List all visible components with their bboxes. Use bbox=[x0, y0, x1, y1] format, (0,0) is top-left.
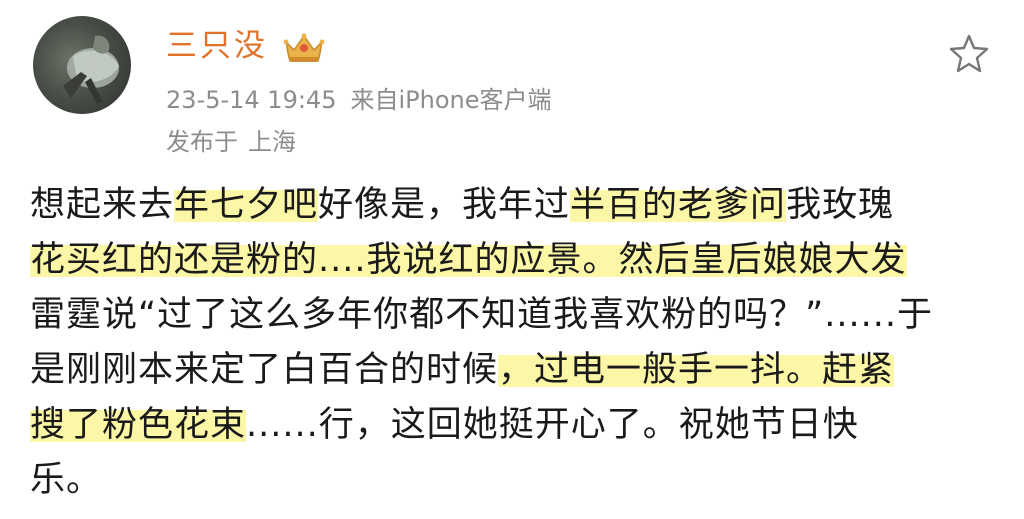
content-line: 想起来去年七夕吧好像是，我年过半百的老爹问我玫瑰 bbox=[30, 178, 1010, 233]
highlighted-text: ，过电一般手一抖。 bbox=[498, 350, 823, 390]
post-meta: 23-5-14 19:45 来自iPhone客户端 bbox=[166, 82, 565, 118]
content-text: 是刚刚本来定了白百合的时候 bbox=[30, 350, 499, 390]
content-text: 我玫瑰 bbox=[786, 185, 895, 225]
highlighted-text: 年七夕吧 bbox=[174, 185, 319, 225]
content-text: 乐。 bbox=[30, 460, 103, 500]
content-text: 想起来去 bbox=[30, 185, 175, 225]
content-text: ......行，这回她挺开心了。祝她节日快 bbox=[246, 405, 859, 445]
content-line: 雷霆说“过了这么多年你都不知道我喜欢粉的吗？”......于 bbox=[30, 288, 1010, 343]
content-line: 花买红的还是粉的....我说红的应景。然后皇后娘娘大发 bbox=[30, 233, 1010, 288]
star-icon[interactable] bbox=[948, 32, 990, 74]
post-source[interactable]: 来自iPhone客户端 bbox=[350, 86, 551, 114]
content-line: 搜了粉色花束......行，这回她挺开心了。祝她节日快 bbox=[30, 398, 1010, 453]
post-content: 想起来去年七夕吧好像是，我年过半百的老爹问我玫瑰 花买红的还是粉的....我说红的… bbox=[30, 178, 1010, 508]
highlighted-text: 然后皇后娘娘大发 bbox=[618, 240, 907, 280]
highlighted-text: 搜了粉色花束 bbox=[30, 405, 247, 445]
highlighted-text: 花买红的还是粉的....我说红的应景。 bbox=[30, 240, 619, 280]
highlighted-text: 赶紧 bbox=[822, 350, 895, 390]
weibo-post: 三只没 23-5-14 19:45 来自iPhone客户端 发布于 上海 想起来去年… bbox=[0, 0, 1024, 519]
post-date: 23-5-14 19:45 bbox=[166, 86, 337, 114]
content-line: 是刚刚本来定了白百合的时候，过电一般手一抖。赶紧 bbox=[30, 343, 1010, 398]
highlighted-text: 半百的老爹问 bbox=[570, 185, 787, 225]
crown-badge-icon[interactable] bbox=[282, 32, 326, 64]
username[interactable]: 三只没 bbox=[166, 24, 268, 68]
content-text: 雷霆说“过了这么多年你都不知道我喜欢粉的吗？”......于 bbox=[30, 295, 934, 335]
content-text: 好像是，我年过 bbox=[318, 185, 571, 225]
avatar[interactable] bbox=[33, 16, 131, 114]
location-label: 发布于 bbox=[166, 128, 238, 156]
location-value: 上海 bbox=[248, 128, 296, 156]
avatar-image bbox=[63, 35, 119, 104]
content-line: 乐。 bbox=[30, 453, 1010, 508]
post-location: 发布于 上海 bbox=[166, 124, 306, 160]
